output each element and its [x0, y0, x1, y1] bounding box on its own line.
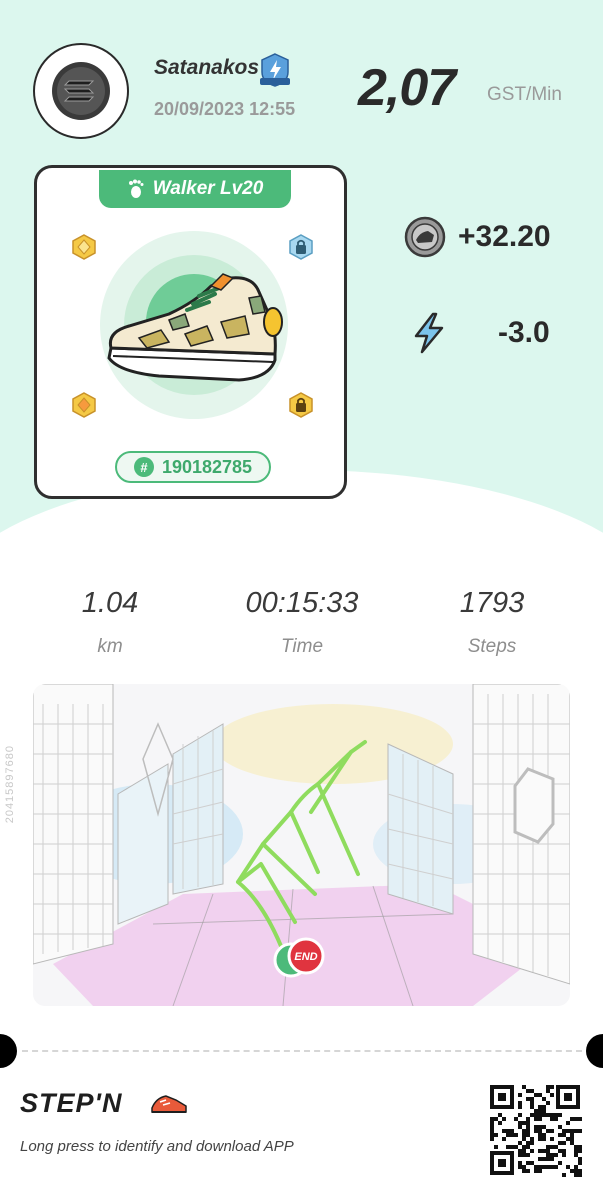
brand-text: STEP'N: [20, 1088, 122, 1118]
lock-socket-icon[interactable]: [288, 234, 314, 260]
steps-value: 1793: [459, 587, 525, 619]
steps-metric: 1793 Steps: [402, 587, 582, 658]
activity-datetime: 20/09/2023 12:55: [154, 99, 296, 119]
qr-code[interactable]: [488, 1083, 582, 1177]
time-label: Time: [280, 636, 324, 657]
lock-socket-icon[interactable]: [288, 392, 314, 418]
side-code: 20415897680: [4, 745, 16, 824]
username: Satanakos: [154, 56, 260, 79]
hash-icon: #: [133, 457, 154, 477]
energy-bolt-icon: [414, 312, 444, 354]
earning-rate-unit: GST/Min: [487, 84, 562, 105]
gst-earned-value: +32.20: [458, 220, 551, 253]
download-tagline: Long press to identify and download APP: [20, 1138, 294, 1155]
steps-label: Steps: [467, 636, 517, 657]
distance-metric: 1.04 km: [20, 587, 200, 658]
time-value: 00:15:33: [245, 587, 359, 619]
energy-used-value: -3.0: [498, 316, 550, 349]
lightning-shield-badge-icon: [260, 53, 290, 87]
gem-socket-icon[interactable]: [71, 234, 97, 260]
dashed-divider: [22, 1050, 582, 1052]
distance-value: 1.04: [81, 587, 139, 619]
solana-logo-icon: [52, 62, 110, 120]
gem-socket-icon[interactable]: [71, 392, 97, 418]
route-map[interactable]: END: [33, 684, 570, 1006]
sneaker-id-pill[interactable]: # 190182785: [115, 451, 271, 483]
earning-rate-value: 2,07: [358, 59, 456, 117]
sneaker-level-tab: Walker Lv20: [99, 170, 291, 208]
route-map-illustration: END: [33, 684, 570, 1006]
gst-token-icon: [404, 216, 446, 258]
distance-label: km: [97, 636, 123, 657]
sneaker-card[interactable]: Walker Lv20 # 190182785: [34, 165, 347, 499]
sneaker-id: 190182785: [161, 456, 253, 477]
sneaker-level-label: Walker Lv20: [152, 178, 264, 199]
avatar[interactable]: [33, 43, 129, 139]
ticket-notch-left: [0, 1034, 17, 1068]
sneaker-logo-icon: [151, 1095, 187, 1113]
ticket-notch-right: [586, 1034, 603, 1068]
stepn-logo: STEP'N: [20, 1088, 187, 1118]
sneaker-image: [100, 231, 288, 419]
end-label: END: [294, 951, 317, 963]
time-metric: 00:15:33 Time: [212, 587, 392, 658]
footprint-icon: [128, 179, 144, 198]
